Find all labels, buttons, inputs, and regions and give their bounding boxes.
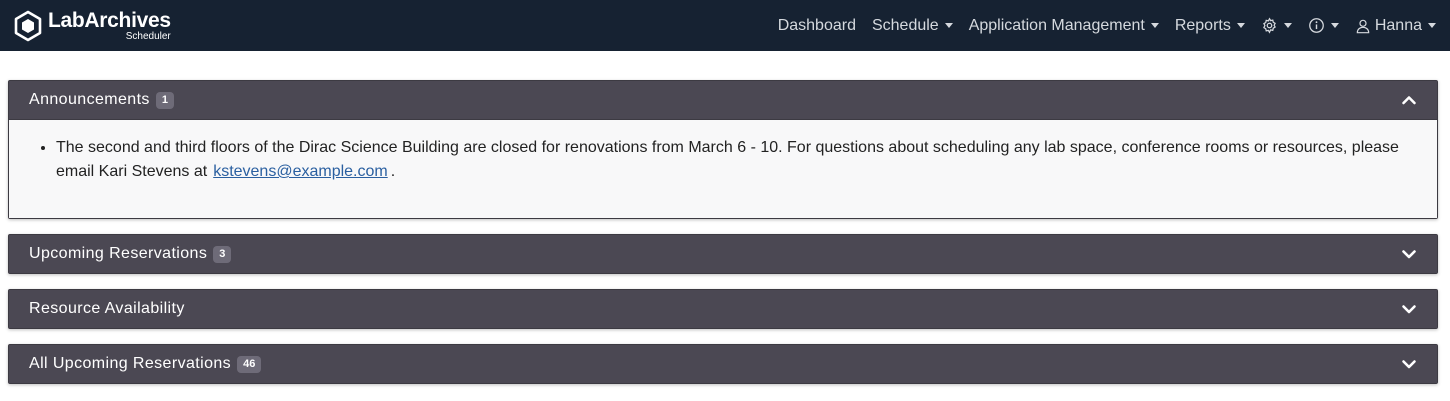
caret-down-icon xyxy=(1236,23,1245,28)
panel-title: Announcements xyxy=(29,91,150,108)
main-nav: Dashboard Schedule Application Managemen… xyxy=(778,0,1436,51)
nav-dashboard-label: Dashboard xyxy=(777,16,856,34)
nav-info-dropdown[interactable] xyxy=(1308,17,1339,34)
nav-application-management-label: Application Management xyxy=(968,16,1145,34)
info-icon xyxy=(1308,17,1325,34)
announcements-panel-header[interactable]: Announcements 1 xyxy=(9,81,1437,119)
chevron-up-icon[interactable] xyxy=(1401,92,1417,108)
resource-availability-panel: Resource Availability xyxy=(8,289,1438,329)
brand-subtitle: Scheduler xyxy=(125,30,171,42)
caret-down-icon xyxy=(1283,23,1292,28)
announcement-item: The second and third floors of the Dirac… xyxy=(56,136,1417,184)
nav-application-management-dropdown[interactable]: Application Management xyxy=(969,17,1159,35)
panel-title: Resource Availability xyxy=(29,300,185,317)
announcement-trailing: . xyxy=(390,163,396,180)
nav-schedule-dropdown[interactable]: Schedule xyxy=(872,17,953,35)
announcements-panel-body: The second and third floors of the Dirac… xyxy=(9,119,1437,218)
panel-title: All Upcoming Reservations xyxy=(29,355,232,372)
brand-name: LabArchives xyxy=(48,8,171,32)
announcement-email-link[interactable]: kstevens@example.com xyxy=(213,163,388,180)
caret-down-icon xyxy=(1330,23,1339,28)
top-navbar: LabArchives Scheduler Dashboard Schedule… xyxy=(0,0,1450,51)
nav-user-name: Hanna xyxy=(1374,16,1422,34)
gear-icon xyxy=(1261,17,1278,34)
chevron-down-icon[interactable] xyxy=(1401,246,1417,262)
announcement-list: The second and third floors of the Dirac… xyxy=(29,136,1417,184)
nav-schedule-label: Schedule xyxy=(871,16,939,34)
user-icon xyxy=(1355,18,1371,34)
brand[interactable]: LabArchives Scheduler xyxy=(14,10,171,42)
caret-down-icon xyxy=(1150,23,1159,28)
announcements-panel: Announcements 1 The second and third flo… xyxy=(8,80,1438,219)
all-upcoming-reservations-panel: All Upcoming Reservations 46 xyxy=(8,344,1438,384)
caret-down-icon xyxy=(944,23,953,28)
nav-user-dropdown[interactable]: Hanna xyxy=(1355,17,1436,35)
nav-settings-dropdown[interactable] xyxy=(1261,17,1292,34)
nav-reports-dropdown[interactable]: Reports xyxy=(1175,17,1245,35)
caret-down-icon xyxy=(1428,23,1436,28)
chevron-down-icon[interactable] xyxy=(1401,356,1417,372)
chevron-down-icon[interactable] xyxy=(1401,301,1417,317)
nav-reports-label: Reports xyxy=(1174,16,1231,34)
count-badge: 1 xyxy=(155,91,174,109)
all-upcoming-reservations-panel-header[interactable]: All Upcoming Reservations 46 xyxy=(9,345,1437,383)
count-badge: 46 xyxy=(237,355,262,373)
dashboard-content: Announcements 1 The second and third flo… xyxy=(0,51,1450,384)
upcoming-reservations-panel-header[interactable]: Upcoming Reservations 3 xyxy=(9,235,1437,273)
labarchives-logo-icon xyxy=(14,10,42,41)
panel-title: Upcoming Reservations xyxy=(29,245,208,262)
resource-availability-panel-header[interactable]: Resource Availability xyxy=(9,290,1437,328)
nav-dashboard[interactable]: Dashboard xyxy=(778,17,856,35)
upcoming-reservations-panel: Upcoming Reservations 3 xyxy=(8,234,1438,274)
count-badge: 3 xyxy=(213,245,232,263)
